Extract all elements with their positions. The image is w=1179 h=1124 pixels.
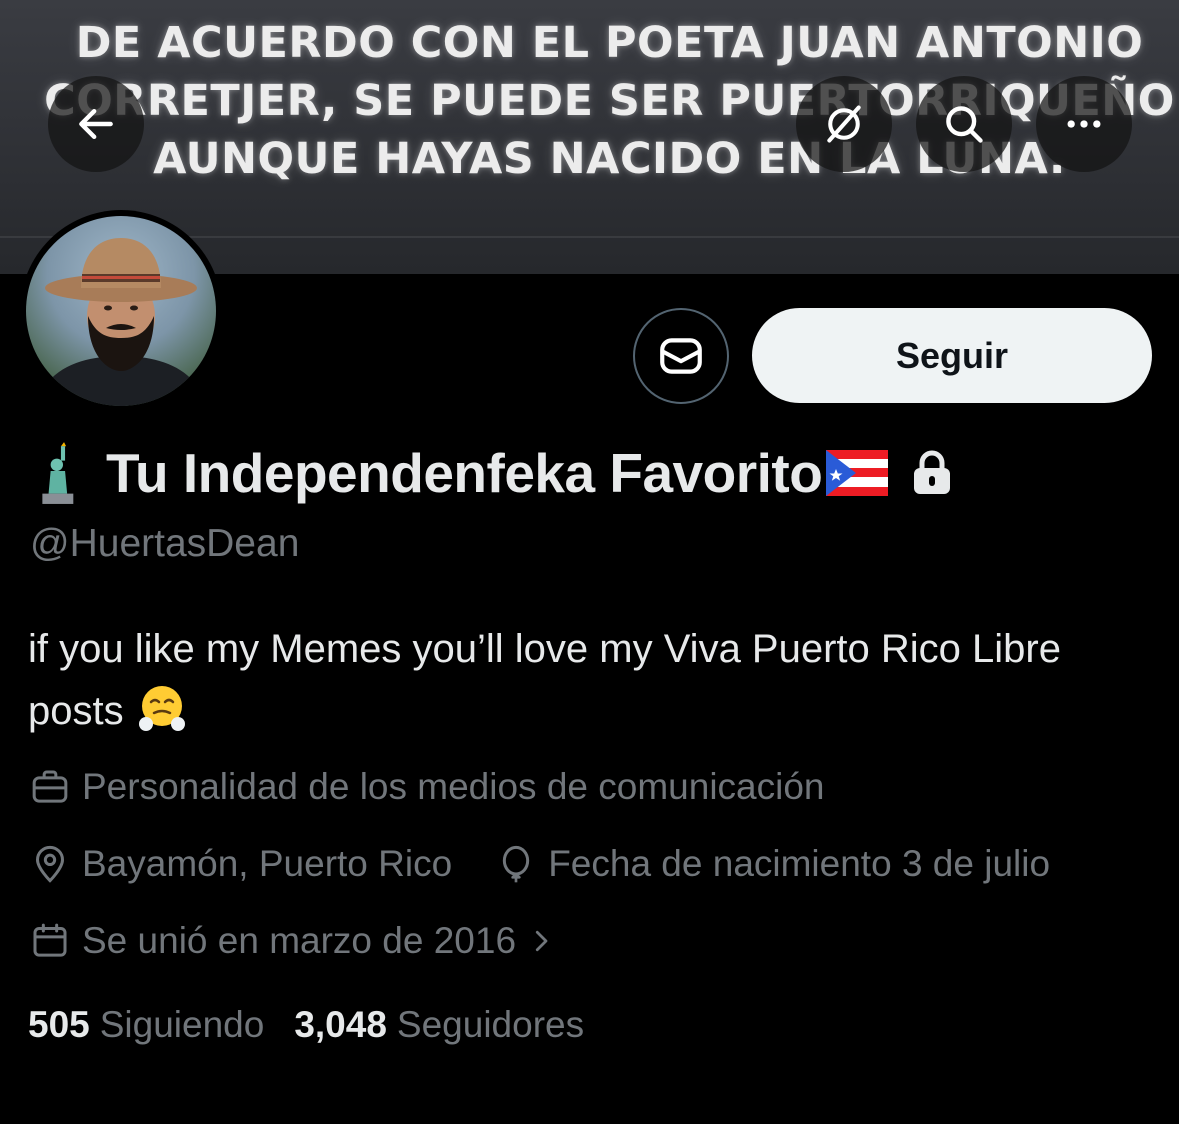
search-icon xyxy=(946,106,983,143)
puerto-rico-flag-emoji xyxy=(826,450,889,496)
followers-label: Seguidores xyxy=(396,1004,585,1045)
joined-text: Se unió en marzo de 2016 xyxy=(82,920,517,961)
bio: if you like my Memes you’ll love my Viva… xyxy=(28,618,1148,742)
joined-row[interactable]: Se unió en marzo de 2016 xyxy=(30,920,556,962)
more-icon xyxy=(1067,120,1101,128)
birthday: Fecha de nacimiento 3 de julio xyxy=(496,843,1050,885)
arrow-left-icon xyxy=(79,108,113,140)
following-count: 505 xyxy=(28,1004,90,1045)
chevron-right-icon xyxy=(535,930,548,952)
location-birthday-row: Bayamón, Puerto Rico Fecha de nacimiento… xyxy=(30,843,1050,885)
balloon-icon xyxy=(503,845,530,883)
birthday-text: Fecha de nacimiento 3 de julio xyxy=(548,843,1051,884)
display-name: Tu Independenfeka Favorito xyxy=(106,442,823,504)
location-text: Bayamón, Puerto Rico xyxy=(82,843,453,884)
follow-stats: 505 Siguiendo 3,048 Seguidores xyxy=(28,1004,584,1046)
followers-count: 3,048 xyxy=(294,1004,387,1045)
grok-icon xyxy=(827,105,861,143)
banner-line-1: DE ACUERDO CON EL POETA JUAN ANTONIO xyxy=(75,18,1144,68)
search-button[interactable] xyxy=(916,76,1012,172)
statue-of-liberty-emoji xyxy=(42,442,74,504)
following-label: Siguiendo xyxy=(99,1004,265,1045)
category-text: Personalidad de los medios de comunicaci… xyxy=(82,766,825,807)
lock-icon xyxy=(914,450,951,494)
location: Bayamón, Puerto Rico xyxy=(30,843,452,885)
location-pin-icon xyxy=(35,845,65,883)
face-with-steam-emoji xyxy=(138,686,185,731)
avatar-image xyxy=(26,216,216,406)
follow-button[interactable]: Seguir xyxy=(752,308,1152,403)
grok-button[interactable] xyxy=(796,76,892,172)
following-stat[interactable]: 505 Siguiendo xyxy=(28,1004,264,1046)
message-button[interactable] xyxy=(633,308,729,404)
envelope-icon xyxy=(660,338,702,374)
more-button[interactable] xyxy=(1036,76,1132,172)
briefcase-icon xyxy=(32,770,68,803)
avatar[interactable] xyxy=(20,210,222,412)
category-row: Personalidad de los medios de comunicaci… xyxy=(30,766,825,808)
calendar-icon xyxy=(33,923,67,957)
handle: @HuertasDean xyxy=(30,522,300,565)
followers-stat[interactable]: 3,048 Seguidores xyxy=(294,1004,584,1046)
display-name-row: Tu Independenfeka Favorito xyxy=(30,436,952,510)
back-button[interactable] xyxy=(48,76,144,172)
